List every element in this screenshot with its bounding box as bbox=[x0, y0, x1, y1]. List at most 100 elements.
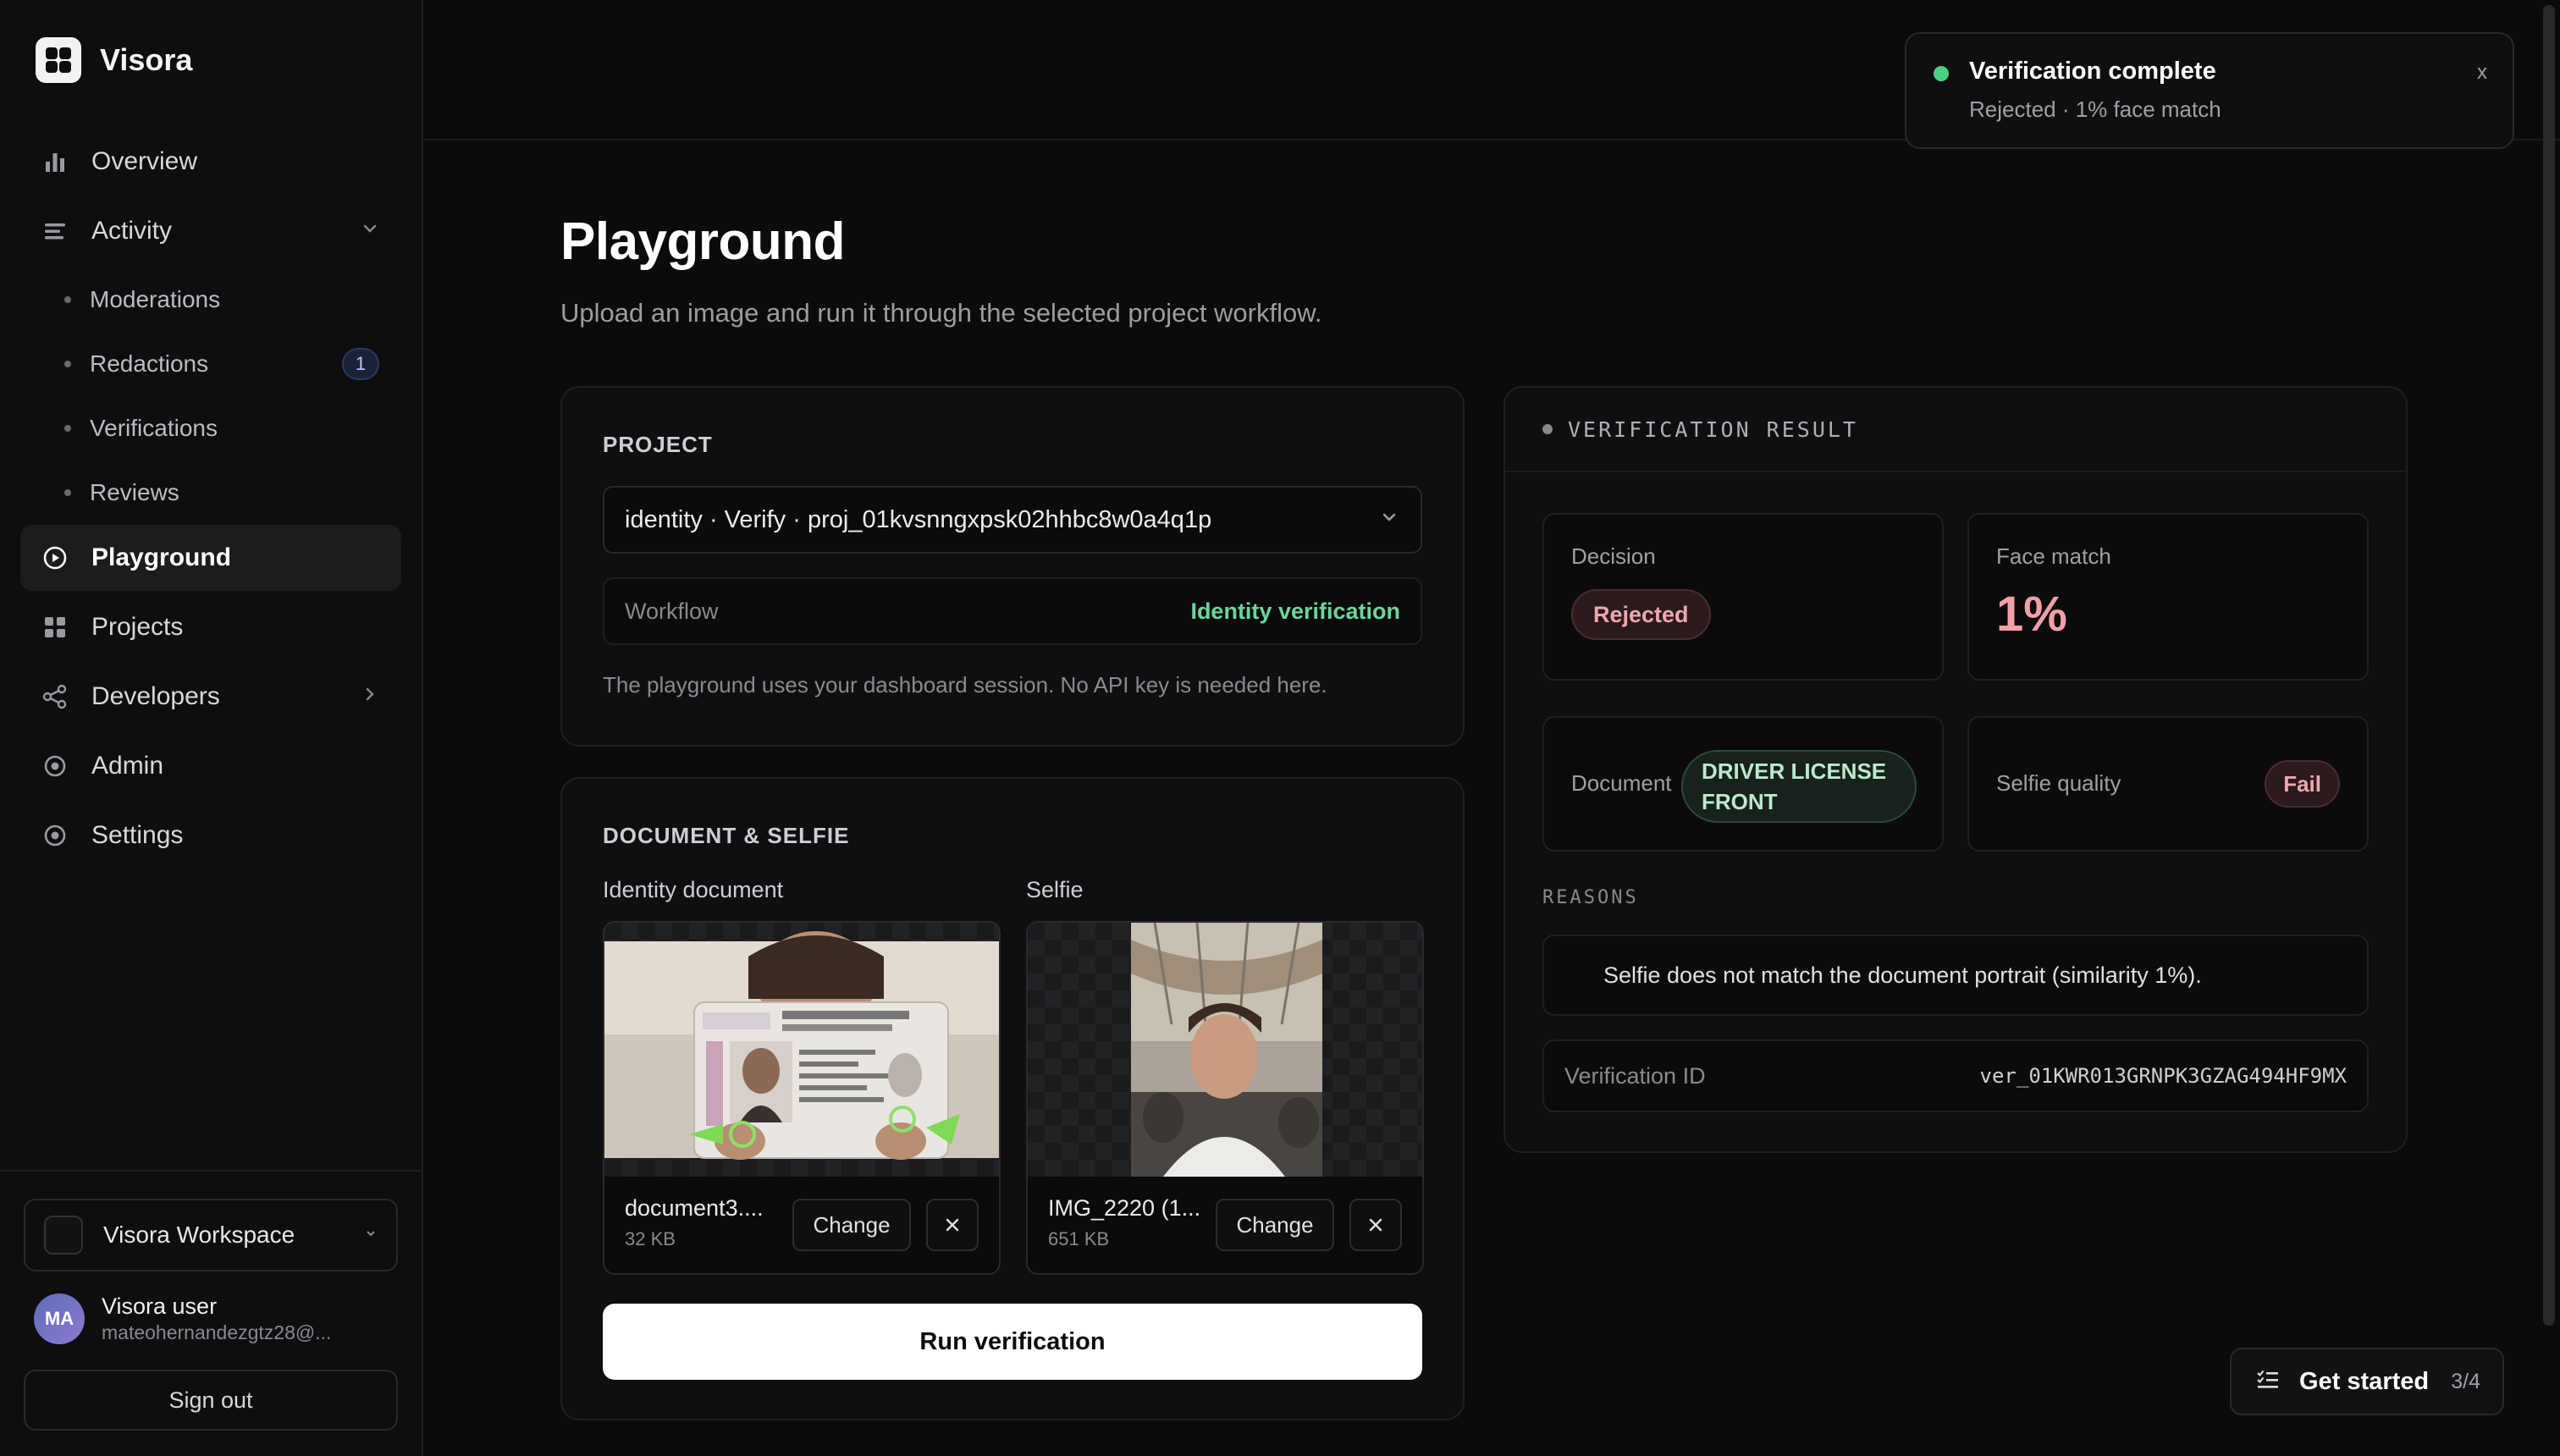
play-circle-icon bbox=[42, 545, 68, 571]
decision-tile: Decision Rejected bbox=[1542, 513, 1944, 681]
count-badge: 1 bbox=[342, 348, 379, 380]
chevron-down-icon bbox=[361, 219, 379, 243]
user-name: Visora user bbox=[102, 1293, 218, 1319]
nav-label: Developers bbox=[91, 682, 220, 710]
toast-notification: Verification complete Rejected · 1% face… bbox=[1905, 32, 2514, 149]
session-hint: The playground uses your dashboard sessi… bbox=[603, 672, 1327, 698]
toast-subtitle: Rejected · 1% face match bbox=[1969, 97, 2221, 122]
change-selfie-button[interactable]: Change bbox=[1216, 1199, 1334, 1251]
document-selfie-card: DOCUMENT & SELFIE Identity document docu… bbox=[560, 777, 1465, 1420]
face-match-label: Face match bbox=[1996, 543, 2111, 569]
sign-out-button[interactable]: Sign out bbox=[24, 1370, 398, 1431]
avatar: MA bbox=[34, 1293, 85, 1344]
change-document-button[interactable]: Change bbox=[792, 1199, 911, 1251]
toast-title: Verification complete bbox=[1969, 58, 2216, 85]
workspace-avatar bbox=[44, 1216, 83, 1255]
bullet-icon bbox=[64, 296, 71, 303]
chevron-down-icon bbox=[364, 1226, 378, 1245]
reason-item: Selfie does not match the document portr… bbox=[1542, 935, 2369, 1016]
identity-document-upload[interactable]: document3.... 32 KB Change bbox=[603, 921, 1001, 1275]
workflow-row: Workflow Identity verification bbox=[603, 577, 1422, 645]
document-preview-image bbox=[604, 923, 999, 1177]
page-title: Playground bbox=[560, 212, 846, 271]
user-email: mateohernandezgtz28@... bbox=[102, 1321, 332, 1343]
workflow-label: Workflow bbox=[625, 598, 719, 624]
gear-icon bbox=[42, 823, 68, 848]
verification-id-label: Verification ID bbox=[1564, 1062, 1706, 1089]
run-verification-button[interactable]: Run verification bbox=[603, 1304, 1422, 1380]
reasons-label: REASONS bbox=[1542, 887, 1639, 908]
status-dot-icon bbox=[1542, 424, 1553, 434]
selfie-quality-label: Selfie quality bbox=[1996, 770, 2121, 796]
close-icon bbox=[1369, 1218, 1382, 1232]
document-tile: Document DRIVER LICENSE FRONT bbox=[1542, 716, 1944, 852]
close-icon bbox=[946, 1218, 959, 1232]
sidebar-item-redactions[interactable]: Redactions 1 bbox=[20, 332, 401, 396]
workspace-name: Visora Workspace bbox=[103, 1222, 295, 1248]
file-size: 32 KB bbox=[625, 1228, 676, 1249]
nav-item-playground[interactable]: Playground bbox=[20, 525, 401, 591]
file-name: document3.... bbox=[625, 1195, 764, 1221]
remove-selfie-button[interactable] bbox=[1349, 1199, 1402, 1251]
share-nodes-icon bbox=[42, 684, 68, 709]
chevron-down-icon bbox=[1380, 508, 1399, 532]
project-select-value: identity · Verify · proj_01kvsnngxpsk02h… bbox=[625, 505, 1212, 533]
success-dot-icon bbox=[1934, 66, 1949, 81]
nav-item-overview[interactable]: Overview bbox=[20, 129, 401, 195]
project-card: PROJECT identity · Verify · proj_01kvsnn… bbox=[560, 386, 1465, 747]
nav-label: Settings bbox=[91, 821, 184, 849]
scrollbar[interactable] bbox=[2543, 5, 2555, 1326]
verification-id-row: Verification ID ver_01KWR013GRNPK3GZAG49… bbox=[1542, 1040, 2369, 1112]
selfie-upload[interactable]: IMG_2220 (1... 651 KB Change bbox=[1026, 921, 1424, 1275]
sidebar-item-moderations[interactable]: Moderations bbox=[20, 267, 401, 332]
document-type-badge: DRIVER LICENSE FRONT bbox=[1681, 750, 1917, 823]
result-title: VERIFICATION RESULT bbox=[1568, 416, 1858, 442]
verification-result-card: VERIFICATION RESULT Decision Rejected Fa… bbox=[1503, 386, 2408, 1153]
sub-label: Redactions bbox=[90, 350, 209, 377]
user-profile[interactable]: MA Visora user mateohernandezgtz28@... bbox=[34, 1293, 331, 1344]
brand-name: Visora bbox=[100, 42, 193, 77]
selfie-quality-badge: Fail bbox=[2265, 760, 2340, 808]
brand[interactable]: Visora bbox=[36, 37, 192, 83]
sub-label: Reviews bbox=[90, 479, 179, 505]
sub-label: Moderations bbox=[90, 286, 221, 312]
workspace-switcher[interactable]: Visora Workspace bbox=[24, 1199, 398, 1271]
nav-label: Playground bbox=[91, 543, 232, 571]
nav-item-activity[interactable]: Activity bbox=[20, 198, 401, 264]
toast-close-button[interactable]: x bbox=[2477, 61, 2487, 85]
bullet-icon bbox=[64, 361, 71, 367]
shield-dot-icon bbox=[42, 753, 68, 779]
nav-label: Overview bbox=[91, 147, 198, 175]
selfie-quality-tile: Selfie quality Fail bbox=[1967, 716, 2369, 852]
nav-label: Projects bbox=[91, 613, 184, 641]
nav-item-projects[interactable]: Projects bbox=[20, 594, 401, 660]
checklist-icon bbox=[2255, 1367, 2281, 1397]
sidebar: Visora Overview Activity Moderations Red… bbox=[0, 0, 423, 1456]
sub-label: Verifications bbox=[90, 415, 218, 441]
remove-document-button[interactable] bbox=[926, 1199, 979, 1251]
project-select[interactable]: identity · Verify · proj_01kvsnngxpsk02h… bbox=[603, 486, 1422, 554]
identity-document-label: Identity document bbox=[603, 877, 784, 902]
face-match-tile: Face match 1% bbox=[1967, 513, 2369, 681]
bar-chart-icon bbox=[42, 149, 68, 174]
get-started-label: Get started bbox=[2299, 1367, 2430, 1395]
sidebar-item-reviews[interactable]: Reviews bbox=[20, 461, 401, 525]
selfie-label: Selfie bbox=[1026, 877, 1084, 902]
sidebar-item-verifications[interactable]: Verifications bbox=[20, 396, 401, 461]
nav-item-admin[interactable]: Admin bbox=[20, 733, 401, 799]
verification-id-value[interactable]: ver_01KWR013GRNPK3GZAG494HF9MX bbox=[1980, 1064, 2347, 1088]
main-nav: Overview Activity Moderations Redactions… bbox=[20, 129, 401, 872]
list-icon bbox=[42, 218, 68, 244]
nav-item-developers[interactable]: Developers bbox=[20, 664, 401, 730]
file-size: 651 KB bbox=[1048, 1228, 1110, 1249]
get-started-button[interactable]: Get started 3/4 bbox=[2230, 1348, 2504, 1415]
section-label: DOCUMENT & SELFIE bbox=[603, 823, 850, 848]
document-label: Document bbox=[1571, 770, 1672, 796]
face-match-value: 1% bbox=[1996, 587, 2067, 642]
grid-icon bbox=[42, 615, 68, 640]
result-header: VERIFICATION RESULT bbox=[1505, 388, 2406, 472]
bullet-icon bbox=[64, 489, 71, 496]
brand-logo-icon bbox=[36, 37, 81, 83]
decision-label: Decision bbox=[1571, 543, 1656, 569]
nav-item-settings[interactable]: Settings bbox=[20, 802, 401, 869]
